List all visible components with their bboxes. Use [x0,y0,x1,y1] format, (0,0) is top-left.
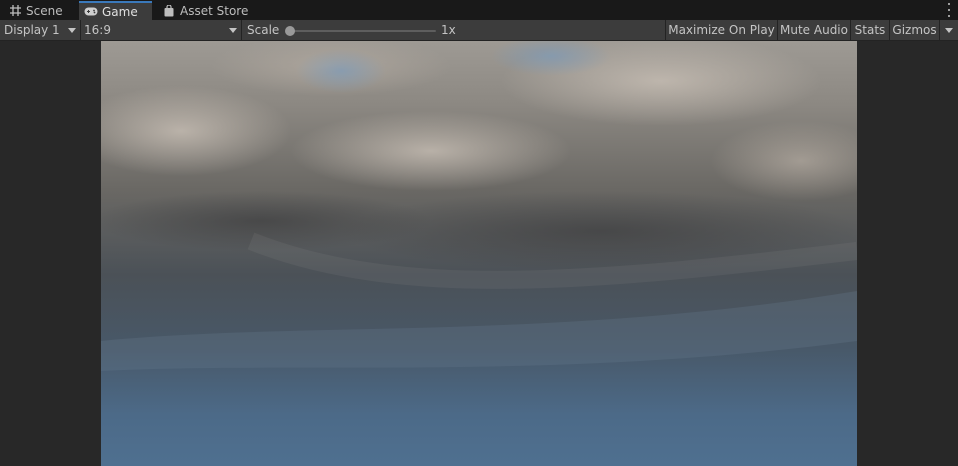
maximize-on-play-toggle[interactable]: Maximize On Play [666,20,777,40]
tab-asset-store-label: Asset Store [180,3,249,18]
scale-value-text: 1x [441,23,456,37]
more-options-icon[interactable] [946,3,952,17]
maximize-on-play-label: Maximize On Play [668,23,775,37]
window-tab-bar: Scene Game Asset Store [0,0,958,21]
divider [241,20,242,40]
display-dropdown-value: Display 1 [4,23,60,37]
scale-label-text: Scale [247,23,280,37]
gizmos-dropdown[interactable] [940,20,958,40]
game-toolbar: Display 1 16:9 Scale 1x Maximize On Play… [0,20,958,41]
gizmos-toggle[interactable]: Gizmos [890,20,939,40]
scale-value: 1x [441,20,456,40]
aspect-dropdown[interactable]: 16:9 [81,20,241,40]
scale-label: Scale [247,20,279,40]
tab-scene[interactable]: Scene [4,1,78,20]
mute-audio-toggle[interactable]: Mute Audio [778,20,850,40]
sky-image [101,41,857,466]
gizmos-label: Gizmos [892,23,937,37]
aspect-dropdown-value: 16:9 [84,23,111,37]
game-view-render[interactable] [101,41,857,466]
tab-game-label: Game [102,4,138,19]
scale-slider-track[interactable] [290,30,436,32]
chevron-down-icon [945,28,953,33]
stats-toggle[interactable]: Stats [851,20,889,40]
stats-label: Stats [854,23,886,37]
tab-game[interactable]: Game [79,1,152,20]
tab-asset-store[interactable]: Asset Store [158,1,250,20]
scale-slider-thumb[interactable] [285,26,295,36]
grid-icon [8,4,22,18]
gamepad-icon [84,5,98,19]
chevron-down-icon [229,28,237,33]
tab-scene-label: Scene [26,3,63,18]
display-dropdown[interactable]: Display 1 [0,20,80,40]
chevron-down-icon [68,28,76,33]
shopping-bag-icon [162,4,176,18]
mute-audio-label: Mute Audio [780,23,848,37]
